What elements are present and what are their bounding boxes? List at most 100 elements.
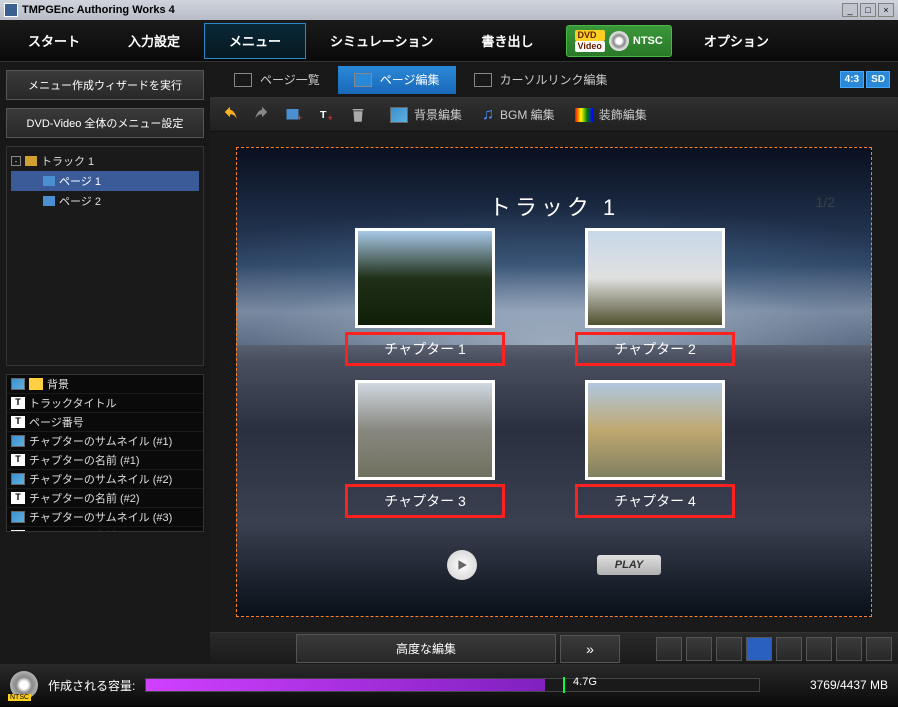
play-button[interactable]: PLAY	[597, 555, 662, 575]
list-item[interactable]: Tチャプターの名前 (#1)	[7, 451, 203, 470]
lock-icon	[29, 378, 43, 390]
sd-label: SD	[866, 71, 890, 88]
bottom-toolbar: 高度な編集 »	[210, 632, 898, 664]
tree-page2-label: ページ 2	[59, 193, 101, 209]
text-icon: T	[11, 454, 25, 466]
text-icon: T	[11, 492, 25, 504]
tab-menu[interactable]: メニュー	[204, 23, 306, 59]
undo-button[interactable]	[218, 103, 242, 127]
background-edit-button[interactable]: 背景編集	[390, 106, 462, 123]
page-icon	[43, 196, 55, 206]
left-panel: メニュー作成ウィザードを実行 DVD-Video 全体のメニュー設定 - トラッ…	[0, 62, 210, 664]
grid-view-button[interactable]	[656, 637, 682, 661]
layout-button-2[interactable]	[716, 637, 742, 661]
tab-option[interactable]: オプション	[680, 23, 793, 59]
image-icon	[11, 511, 25, 523]
add-text-button[interactable]: T+	[314, 103, 338, 127]
chapter-2-label[interactable]: チャプター 2	[596, 339, 714, 359]
redo-button[interactable]	[250, 103, 274, 127]
layout-button-4[interactable]	[836, 637, 862, 661]
add-image-button[interactable]: +	[282, 103, 306, 127]
chapter-1[interactable]: チャプター 1	[345, 228, 505, 366]
tree-page1-label: ページ 1	[59, 173, 101, 189]
decoration-edit-button[interactable]: 装飾編集	[575, 106, 647, 123]
forward-button[interactable]: »	[560, 635, 620, 663]
text-icon: T	[11, 530, 25, 532]
capacity-label: 作成される容量:	[48, 677, 135, 694]
collapse-icon[interactable]: -	[11, 156, 21, 166]
top-nav: スタート 入力設定 メニュー シミュレーション 書き出し DVD Video N…	[0, 20, 898, 62]
chapter-3[interactable]: チャプター 3	[345, 380, 505, 518]
app-icon	[4, 3, 18, 17]
tab-simulation[interactable]: シミュレーション	[306, 23, 457, 59]
tab-start[interactable]: スタート	[4, 23, 104, 59]
chapter-4-label[interactable]: チャプター 4	[596, 491, 714, 511]
list-item[interactable]: チャプターのサムネイル (#1)	[7, 432, 203, 451]
chapter-4-thumbnail[interactable]	[585, 380, 725, 480]
text-icon: T	[11, 397, 25, 409]
tab-page-edit[interactable]: ページ編集	[338, 66, 456, 94]
maximize-button[interactable]: □	[860, 3, 876, 17]
menu-canvas[interactable]: トラック 1 1/2 チャプター 1 チャプター 2 チャプター 3	[236, 147, 872, 617]
chapter-4[interactable]: チャプター 4	[575, 380, 735, 518]
select-mode-button[interactable]	[746, 637, 772, 661]
svg-text:+: +	[297, 113, 302, 123]
list-item[interactable]: Tチャプターの名前 (#3)	[7, 527, 203, 532]
disc-icon	[10, 671, 38, 699]
capacity-used-text: 4.7G	[573, 676, 597, 688]
tree-page1[interactable]: ページ 1	[11, 171, 199, 191]
svg-text:T: T	[320, 109, 327, 121]
tree-track-node[interactable]: - トラック 1	[11, 151, 199, 171]
bgm-edit-button[interactable]: ♫BGM 編集	[482, 106, 555, 124]
layout-button-5[interactable]	[866, 637, 892, 661]
edit-icon	[354, 73, 372, 87]
advanced-edit-button[interactable]: 高度な編集	[296, 634, 556, 663]
capacity-total-text: 3769/4437 MB	[810, 678, 888, 692]
chapter-3-label[interactable]: チャプター 3	[366, 491, 484, 511]
tab-cursor-link[interactable]: カーソルリンク編集	[458, 66, 624, 94]
dvd-badge-line1: DVD	[575, 30, 605, 41]
dvd-format-badge[interactable]: DVD Video NTSC	[566, 25, 672, 57]
folder-icon	[25, 156, 37, 166]
list-item[interactable]: Tページ番号	[7, 413, 203, 432]
close-button[interactable]: ×	[878, 3, 894, 17]
capacity-bar: 4.7G	[145, 678, 760, 692]
window-title: TMPGEnc Authoring Works 4	[22, 4, 842, 16]
list-item[interactable]: Tチャプターの名前 (#2)	[7, 489, 203, 508]
resize-h-button[interactable]	[806, 637, 832, 661]
list-item[interactable]: Tトラックタイトル	[7, 394, 203, 413]
disc-icon	[609, 31, 629, 51]
sub-toolbar: + T+ 背景編集 ♫BGM 編集 装飾編集	[210, 98, 898, 132]
titlebar: TMPGEnc Authoring Works 4 _ □ ×	[0, 0, 898, 20]
tree-track-label: トラック 1	[41, 153, 94, 169]
global-menu-settings-button[interactable]: DVD-Video 全体のメニュー設定	[6, 108, 204, 138]
list-item[interactable]: チャプターのサムネイル (#2)	[7, 470, 203, 489]
chapter-1-thumbnail[interactable]	[355, 228, 495, 328]
wizard-button[interactable]: メニュー作成ウィザードを実行	[6, 70, 204, 100]
list-item[interactable]: 背景	[7, 375, 203, 394]
chapter-1-label[interactable]: チャプター 1	[366, 339, 484, 359]
statusbar: 作成される容量: 4.7G 3769/4437 MB	[0, 664, 898, 706]
minimize-button[interactable]: _	[842, 3, 858, 17]
property-list: 背景 Tトラックタイトル Tページ番号 チャプターのサムネイル (#1) Tチャ…	[6, 374, 204, 532]
delete-button[interactable]	[346, 103, 370, 127]
chapter-2[interactable]: チャプター 2	[575, 228, 735, 366]
cursor-link-icon	[474, 73, 492, 87]
tab-page-list[interactable]: ページ一覧	[218, 66, 336, 94]
list-item[interactable]: チャプターのサムネイル (#3)	[7, 508, 203, 527]
chapter-2-thumbnail[interactable]	[585, 228, 725, 328]
layout-button-1[interactable]	[686, 637, 712, 661]
layout-button-3[interactable]	[776, 637, 802, 661]
tab-input[interactable]: 入力設定	[104, 23, 204, 59]
image-icon	[11, 378, 25, 390]
tree-page2[interactable]: ページ 2	[11, 191, 199, 211]
tab-export[interactable]: 書き出し	[458, 23, 558, 59]
page-tree: - トラック 1 ページ 1 ページ 2	[6, 146, 204, 366]
play-circle-button[interactable]	[447, 550, 477, 580]
chapter-3-thumbnail[interactable]	[355, 380, 495, 480]
music-icon: ♫	[482, 106, 494, 124]
page-icon	[43, 176, 55, 186]
view-tabs: ページ一覧 ページ編集 カーソルリンク編集 4:3 SD	[210, 62, 898, 98]
canvas-title[interactable]: トラック 1	[237, 190, 871, 222]
image-icon	[11, 435, 25, 447]
